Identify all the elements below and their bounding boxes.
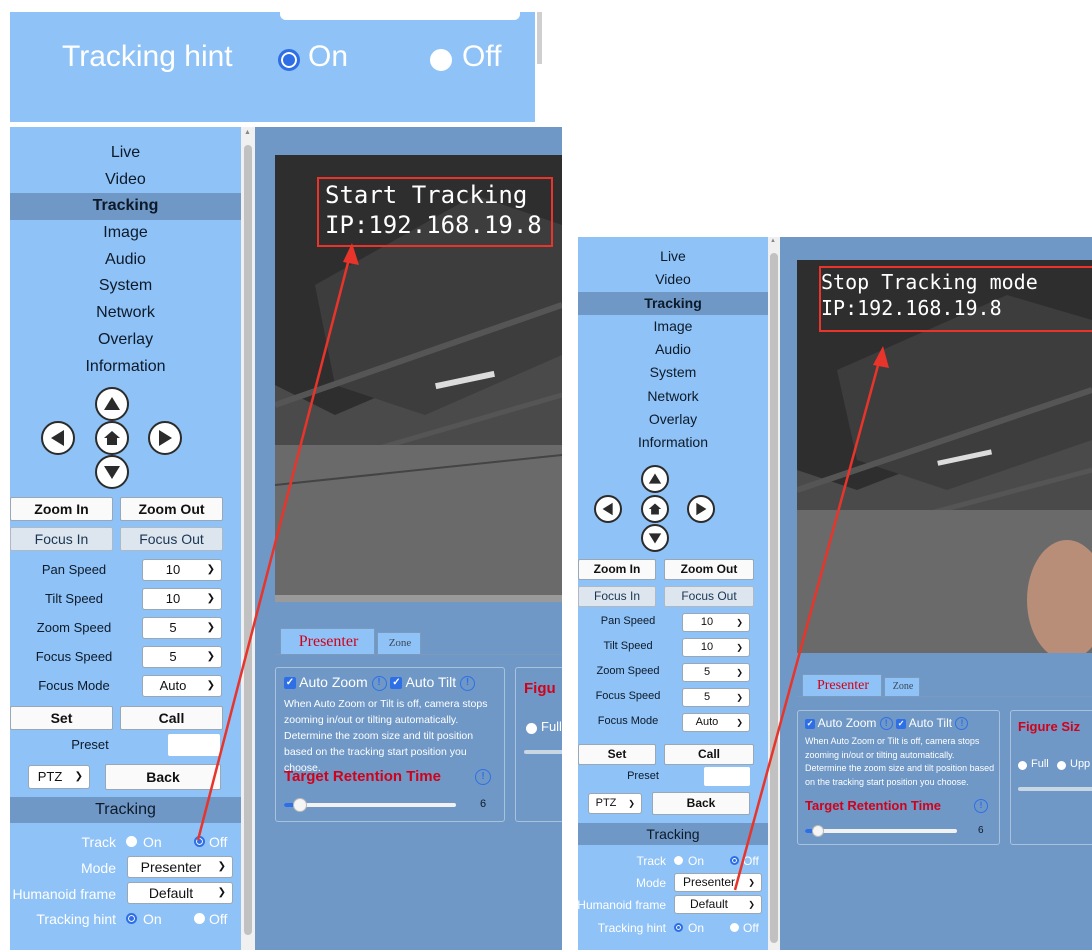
right-arrowhead xyxy=(873,346,889,368)
annotation-arrows xyxy=(196,243,889,891)
right-annotation-arrow xyxy=(733,357,882,891)
left-annotation-arrow xyxy=(196,254,352,841)
left-arrowhead xyxy=(343,243,359,265)
